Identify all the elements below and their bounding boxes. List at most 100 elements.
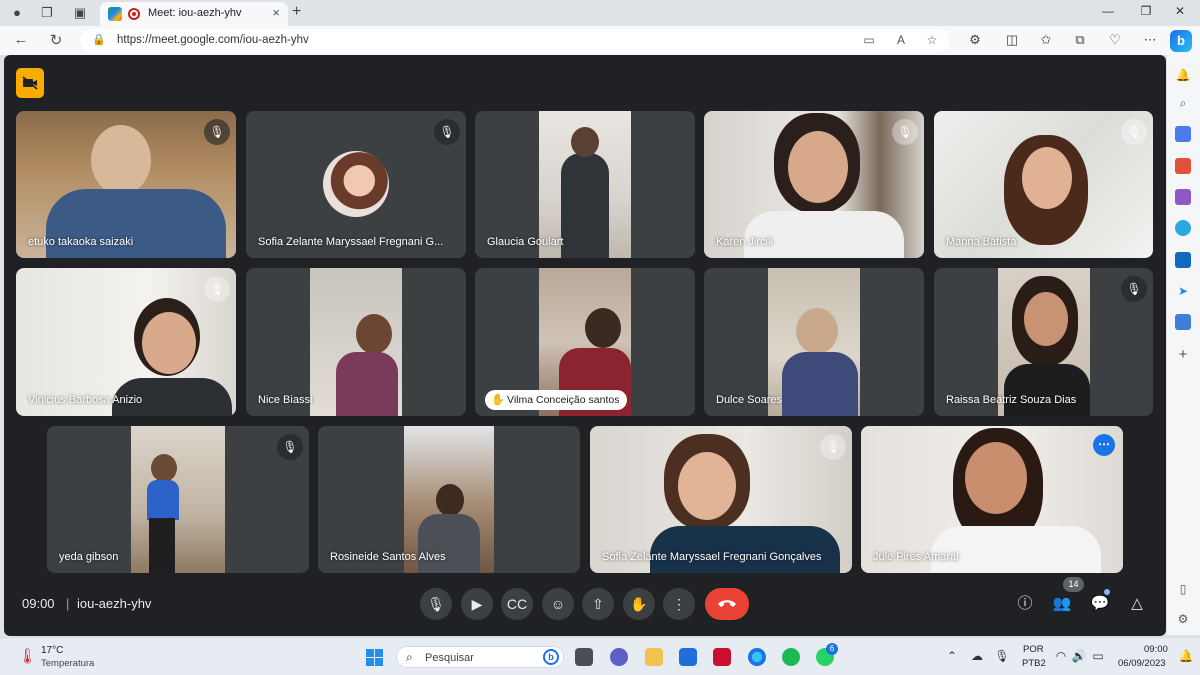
settings-more-icon[interactable]: ⋯	[1140, 32, 1160, 48]
new-tab-button[interactable]: +	[292, 3, 301, 21]
weather-label[interactable]: Temperatura	[41, 658, 94, 669]
collections-icon[interactable]: ⧉	[1070, 32, 1090, 48]
wifi-icon[interactable]: ◠	[1053, 649, 1069, 663]
participant-video	[310, 268, 402, 416]
participant-tile[interactable]: Dulce Soares	[704, 268, 924, 416]
activities-icon[interactable]: △	[1126, 593, 1148, 615]
camera-button[interactable]: ▶	[461, 588, 493, 620]
tools-icon[interactable]	[1175, 158, 1191, 174]
favorites-icon[interactable]: ✩	[1036, 32, 1056, 48]
thermometer-icon[interactable]: 🌡	[18, 647, 37, 665]
language-indicator[interactable]: POR	[1023, 644, 1044, 655]
person-figure	[356, 314, 392, 354]
participant-tile-active-speaker[interactable]: ⋯ Jule Pires Amaral	[861, 426, 1123, 573]
microsoft-store-icon[interactable]	[679, 648, 697, 666]
raise-hand-button[interactable]: ✋	[623, 588, 655, 620]
muted-mic-icon: 🎙	[204, 276, 230, 302]
clock-time[interactable]: 09:00	[1144, 644, 1168, 655]
participant-tile[interactable]: ✋ Vilma Conceição santos	[475, 268, 695, 416]
person-figure	[418, 514, 480, 573]
present-screen-button[interactable]: ⇧	[582, 588, 614, 620]
participant-count-badge: 14	[1063, 577, 1084, 592]
tab-meet[interactable]: Meet: iou-aezh-yhv ×	[100, 2, 288, 26]
participant-avatar	[323, 151, 389, 217]
participant-tile[interactable]: 🎙 Karen Jircik	[704, 111, 924, 258]
participant-tile[interactable]: 🎙 Sofia Zelante Maryssael Fregnani Gonça…	[590, 426, 852, 573]
clock-date[interactable]: 06/09/2023	[1118, 658, 1166, 669]
minimize-button[interactable]: —	[1098, 4, 1118, 18]
reactions-button[interactable]: ☺	[542, 588, 574, 620]
bing-icon[interactable]: b	[543, 649, 559, 665]
participant-name: Dulce Soares	[716, 394, 783, 406]
participant-tile[interactable]: Rosineide Santos Alves	[318, 426, 580, 573]
participant-tile[interactable]: 🎙 yeda gibson	[47, 426, 309, 573]
keyboard-layout[interactable]: PTB2	[1022, 658, 1046, 669]
file-explorer-icon[interactable]	[645, 648, 663, 666]
person-figure	[147, 480, 179, 520]
raised-hand-label: ✋ Vilma Conceição santos	[485, 390, 628, 410]
back-button[interactable]: ←	[11, 31, 31, 48]
more-options-button[interactable]: ⋮	[663, 588, 695, 620]
task-view-icon[interactable]	[575, 648, 593, 666]
spotify-icon[interactable]	[782, 648, 800, 666]
meeting-details-icon[interactable]: ⓘ	[1014, 593, 1036, 615]
weather-temperature[interactable]: 17°C	[41, 645, 63, 656]
participant-tile[interactable]: 🎙 Sofia Zelante Maryssael Fregnani G...	[246, 111, 466, 258]
windows-taskbar: 🌡 17°C Temperatura ⌕ Pesquisar b 6 ⌃ ☁ 🎙…	[0, 637, 1200, 675]
browser-essentials-icon[interactable]: ♡	[1105, 32, 1125, 48]
battery-icon[interactable]: ▭	[1090, 649, 1106, 663]
captions-button[interactable]: CC	[501, 588, 533, 620]
more-options-icon[interactable]: ⋯	[1093, 434, 1115, 456]
volume-icon[interactable]: 🔊	[1071, 649, 1087, 663]
refresh-button[interactable]: ↻	[46, 31, 66, 49]
bing-copilot-icon[interactable]: b	[1170, 30, 1192, 52]
camera-off-badge[interactable]	[16, 68, 44, 98]
url-text[interactable]: https://meet.google.com/iou-aezh-yhv	[117, 34, 309, 46]
microphone-button[interactable]: 🎙	[420, 588, 452, 620]
taskbar-search[interactable]: ⌕ Pesquisar b	[396, 646, 564, 668]
teams-chat-icon[interactable]	[610, 648, 628, 666]
participant-tile[interactable]: Glaucia Goulart	[475, 111, 695, 258]
show-hidden-icons-icon[interactable]: ⌃	[944, 649, 960, 663]
end-call-button[interactable]	[705, 588, 749, 620]
participant-tile[interactable]: 🎙 Raissa Beatriz Souza Dias	[934, 268, 1153, 416]
notifications-icon[interactable]: 🔔	[1175, 67, 1191, 83]
drop-icon[interactable]: ➤	[1175, 283, 1191, 299]
participant-tile[interactable]: 🎙 Marina Batista	[934, 111, 1153, 258]
participant-name: Vilma Conceição santos	[507, 394, 620, 406]
search-placeholder[interactable]: Pesquisar	[425, 652, 474, 664]
restore-button[interactable]: ❐	[1136, 4, 1156, 18]
translator-icon[interactable]	[1175, 314, 1191, 330]
tab-close-button[interactable]: ×	[272, 5, 280, 20]
camera-in-use-icon[interactable]: ▭	[860, 33, 878, 47]
edge-browser-icon[interactable]	[748, 648, 766, 666]
mcafee-icon[interactable]	[713, 648, 731, 666]
start-icon[interactable]	[366, 649, 383, 666]
participant-tile[interactable]: Nice Biassi	[246, 268, 466, 416]
favorite-star-icon[interactable]: ☆	[923, 33, 941, 47]
workspaces-icon[interactable]: ❐	[38, 4, 56, 22]
close-window-button[interactable]: ✕	[1170, 4, 1190, 18]
outlook-icon[interactable]	[1175, 252, 1191, 268]
notification-bell-icon[interactable]: 🔔	[1178, 649, 1194, 663]
microsoft-365-icon[interactable]	[1175, 220, 1191, 236]
profile-icon[interactable]: ●	[8, 4, 26, 22]
participant-tile[interactable]: 🎙 etuko takaoka saizaki	[16, 111, 236, 258]
extensions-icon[interactable]: ⚙	[965, 32, 985, 48]
split-screen-icon[interactable]: ◫	[1002, 32, 1022, 48]
sidebar-layout-icon[interactable]: ▯	[1175, 581, 1191, 597]
games-icon[interactable]	[1175, 189, 1191, 205]
vertical-tabs-icon[interactable]: ▣	[71, 4, 89, 22]
address-bar[interactable]: 🔒 https://meet.google.com/iou-aezh-yhv ▭…	[80, 29, 950, 52]
microphone-tray-icon[interactable]: 🎙	[994, 649, 1010, 663]
shopping-icon[interactable]	[1175, 126, 1191, 142]
lock-icon[interactable]: 🔒	[92, 33, 106, 46]
search-icon[interactable]: ⌕	[1175, 95, 1191, 111]
sidebar-settings-icon[interactable]: ⚙	[1175, 611, 1191, 627]
people-icon[interactable]: 👥	[1051, 593, 1073, 615]
participant-tile[interactable]: 🎙 Vinicius Barbosa Anizio	[16, 268, 236, 416]
add-app-icon[interactable]: +	[1175, 347, 1191, 363]
chat-icon[interactable]: 💬	[1089, 593, 1111, 615]
onedrive-icon[interactable]: ☁	[969, 649, 985, 663]
read-aloud-icon[interactable]: A	[892, 33, 910, 47]
